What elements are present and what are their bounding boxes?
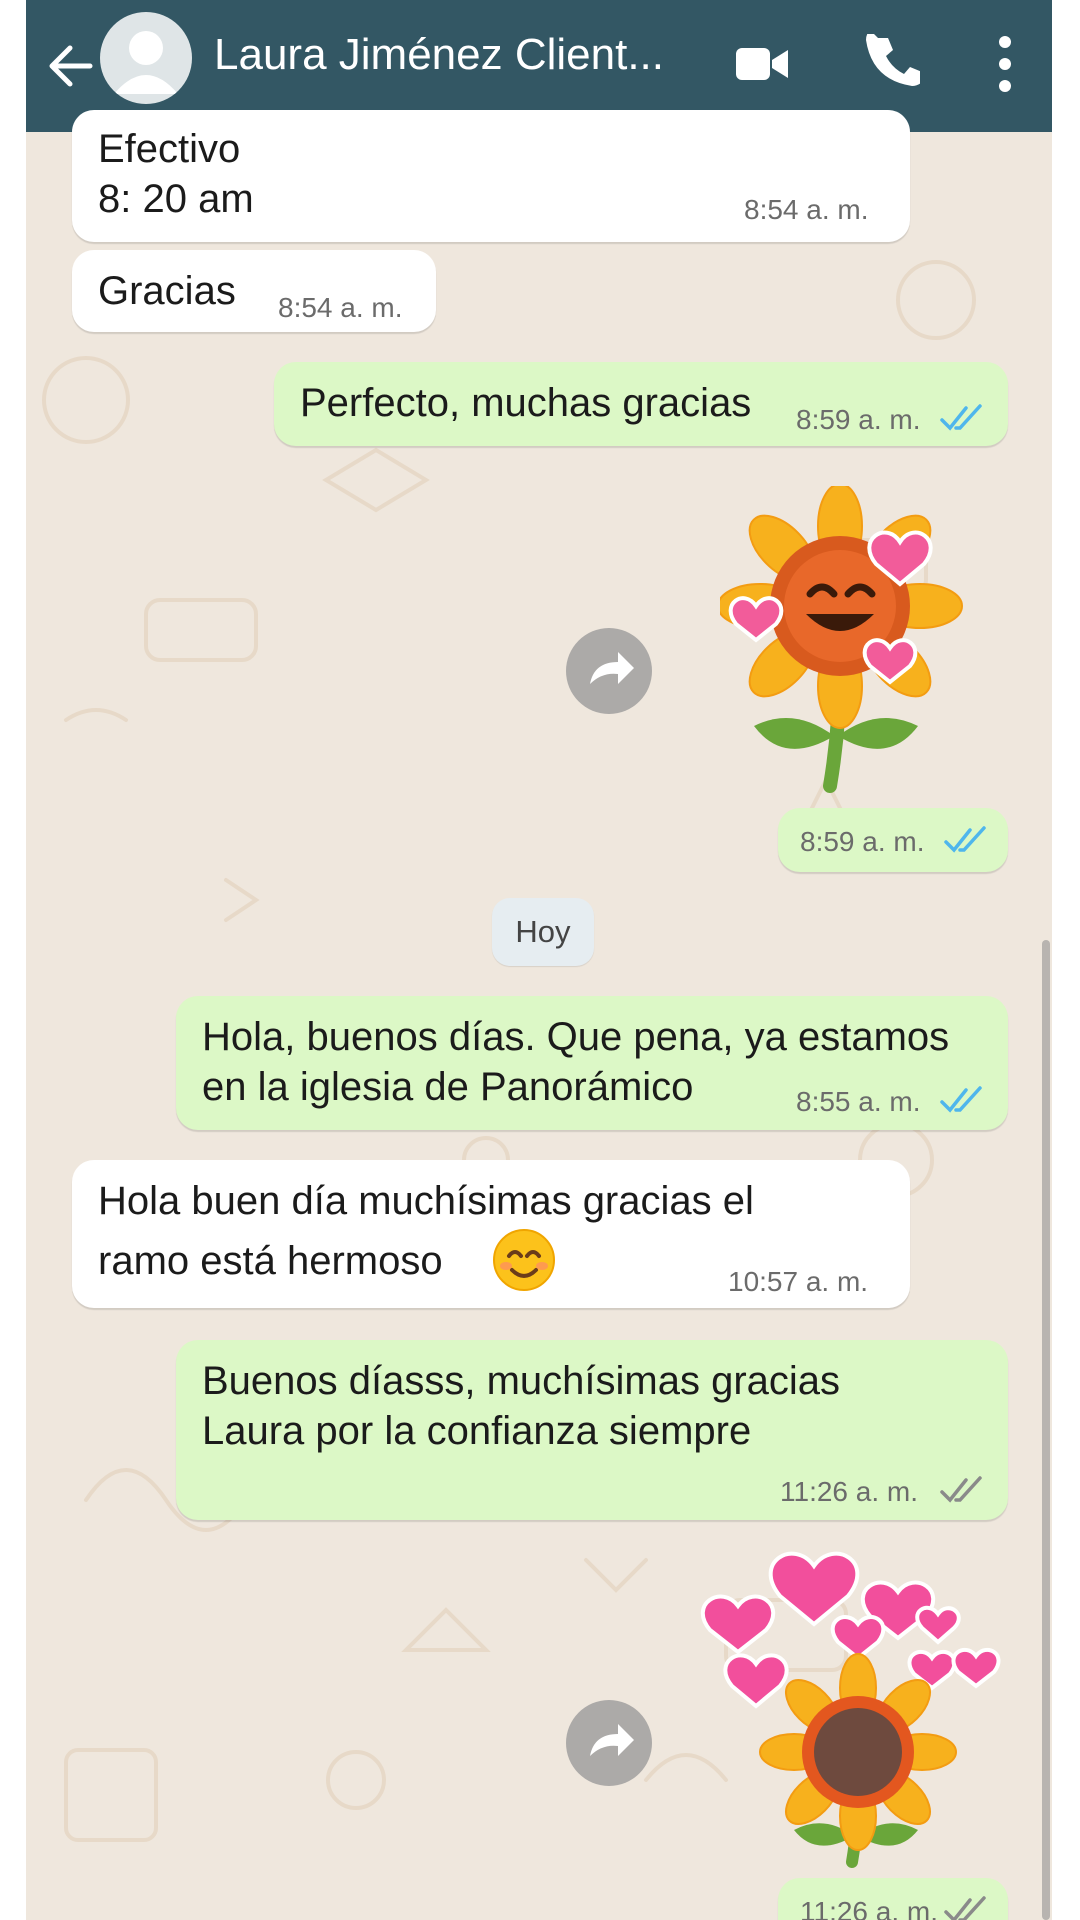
message-text: ramo está hermoso bbox=[98, 1239, 443, 1283]
read-ticks-icon bbox=[944, 826, 986, 853]
more-options-icon[interactable] bbox=[998, 34, 1012, 94]
forward-button[interactable] bbox=[566, 1700, 652, 1786]
avatar-icon[interactable] bbox=[100, 12, 192, 104]
back-arrow-icon[interactable] bbox=[42, 36, 102, 96]
scrollbar[interactable] bbox=[1042, 940, 1050, 1920]
message-text: Perfecto, muchas gracias bbox=[300, 381, 752, 425]
message-text: Buenos díasss, muchísimas gracias bbox=[202, 1359, 841, 1403]
message-text: Gracias bbox=[98, 269, 236, 313]
chat-screen: Laura Jiménez Client... Efectivo 8: 20 a… bbox=[26, 0, 1052, 1920]
message-time: 10:57 a. m. bbox=[728, 1266, 869, 1297]
phone-icon[interactable] bbox=[866, 34, 920, 88]
outgoing-message[interactable]: Perfecto, muchas gracias 8:59 a. m. bbox=[274, 362, 1008, 446]
message-text: en la iglesia de Panorámico bbox=[202, 1065, 694, 1109]
message-time: 8:54 a. m. bbox=[278, 292, 403, 323]
message-time: 8:55 a. m. bbox=[796, 1086, 921, 1117]
outgoing-message[interactable]: Buenos díasss, muchísimas gracias Laura … bbox=[176, 1340, 1008, 1520]
message-text: Efectivo bbox=[98, 127, 241, 171]
sunflower-hearts-sticker[interactable] bbox=[720, 486, 980, 796]
sunflower-pink-hearts-sticker[interactable] bbox=[686, 1546, 1016, 1876]
message-time: 8:59 a. m. bbox=[800, 826, 925, 857]
read-ticks-icon bbox=[940, 404, 982, 431]
delivered-ticks-icon bbox=[944, 1896, 986, 1920]
delivered-ticks-icon bbox=[940, 1476, 982, 1503]
message-text: 8: 20 am bbox=[98, 177, 254, 221]
sticker-time-chip: 11:26 a. m. bbox=[778, 1878, 1008, 1920]
video-call-icon[interactable] bbox=[734, 40, 790, 88]
forward-icon bbox=[590, 1724, 634, 1756]
read-ticks-icon bbox=[940, 1086, 982, 1113]
message-time: 8:59 a. m. bbox=[796, 404, 921, 435]
message-time: 11:26 a. m. bbox=[780, 1476, 919, 1507]
forward-icon bbox=[590, 652, 634, 684]
message-text: Laura por la confianza siempre bbox=[202, 1409, 752, 1453]
incoming-message[interactable]: Efectivo 8: 20 am 8:54 a. m. bbox=[72, 110, 910, 242]
incoming-message[interactable]: Hola buen día muchísimas gracias el ramo… bbox=[72, 1160, 910, 1308]
message-text: Hola buen día muchísimas gracias el bbox=[98, 1179, 754, 1223]
contact-name[interactable]: Laura Jiménez Client... bbox=[214, 30, 664, 80]
date-separator: Hoy bbox=[492, 898, 594, 966]
incoming-message[interactable]: Gracias 8:54 a. m. bbox=[72, 250, 436, 332]
message-time: 11:26 a. m. bbox=[800, 1896, 939, 1920]
sticker-time-chip: 8:59 a. m. bbox=[778, 808, 1008, 872]
smiling-face-icon bbox=[493, 1229, 555, 1291]
forward-button[interactable] bbox=[566, 628, 652, 714]
message-time: 8:54 a. m. bbox=[744, 194, 869, 225]
outgoing-message[interactable]: Hola, buenos días. Que pena, ya estamos … bbox=[176, 996, 1008, 1130]
message-text: Hola, buenos días. Que pena, ya estamos bbox=[202, 1015, 950, 1059]
date-label: Hoy bbox=[515, 914, 571, 949]
